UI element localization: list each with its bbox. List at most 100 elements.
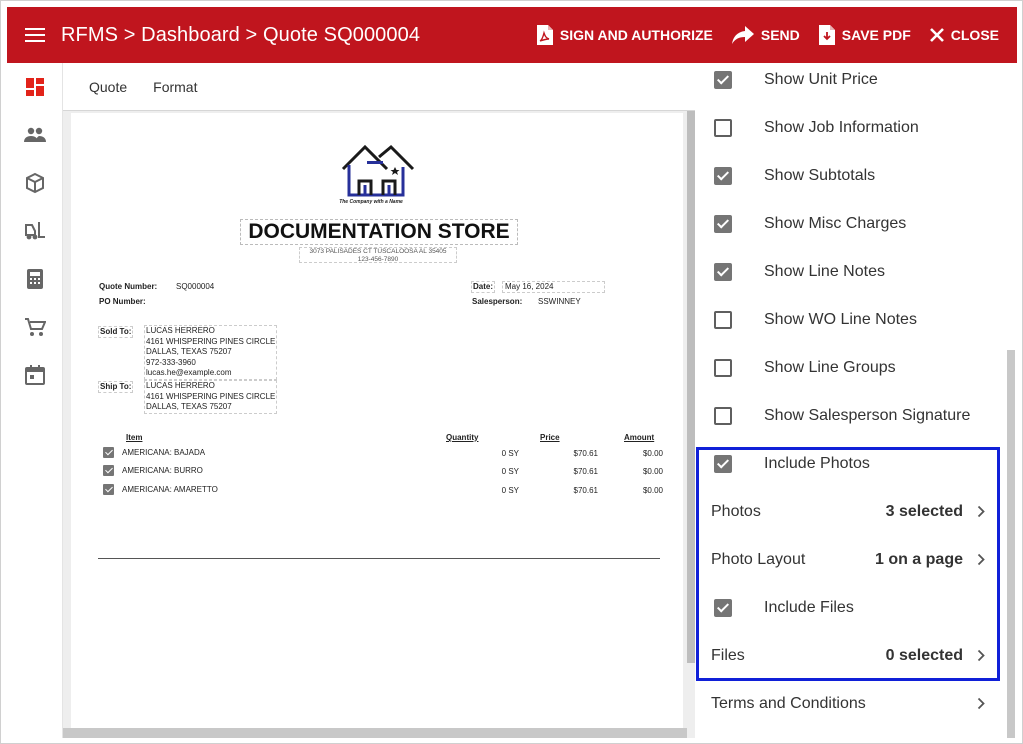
column-price: Price [540, 433, 560, 442]
option-photo-layout[interactable]: Photo Layout 1 on a page [695, 536, 1011, 584]
sign-and-authorize-button[interactable]: SIGN AND AUTHORIZE [536, 24, 713, 46]
checkbox-unchecked[interactable] [714, 359, 732, 377]
sidebar-item-inventory[interactable] [7, 207, 63, 255]
preview-vertical-scrollbar[interactable] [687, 111, 695, 663]
checkbox-unchecked[interactable] [714, 407, 732, 425]
row-checkbox[interactable] [103, 447, 114, 458]
quote-number-label: Quote Number: [99, 282, 158, 291]
ship-to-label: Ship To: [98, 381, 134, 393]
sidebar [7, 63, 63, 738]
option-show-unit-price[interactable]: Show Unit Price [695, 56, 1011, 104]
format-options-panel: Show Unit Price Show Job Information Sho… [695, 63, 1011, 738]
calculator-icon [27, 269, 43, 289]
close-button[interactable]: CLOSE [929, 27, 999, 43]
quote-document: The Company with a Name DOCUMENTATION ST… [71, 113, 683, 728]
tab-quote[interactable]: Quote [89, 79, 127, 95]
tab-format[interactable]: Format [153, 79, 197, 95]
po-number-label: PO Number: [99, 297, 146, 306]
ship-to-block: LUCAS HERRERO 4161 WHISPERING PINES CIRC… [144, 380, 278, 414]
option-label: Show Unit Price [764, 71, 878, 88]
send-arrow-icon [731, 26, 754, 44]
option-label: Show Misc Charges [764, 215, 907, 232]
address-line: 3073 PALISADES CT TUSCALOOSA AL 35405 [309, 248, 447, 255]
checkbox-checked[interactable] [714, 215, 732, 233]
checkbox-unchecked[interactable] [714, 311, 732, 329]
date-label: Date: [471, 281, 496, 293]
column-item: Item [126, 433, 143, 442]
option-label: Show WO Line Notes [764, 311, 917, 328]
item-price: $70.61 [573, 467, 598, 476]
row-checkbox[interactable] [103, 484, 114, 495]
menu-icon[interactable] [25, 28, 45, 42]
option-show-job-information[interactable]: Show Job Information [695, 104, 1011, 152]
calendar-icon [25, 365, 45, 385]
option-show-line-groups[interactable]: Show Line Groups [695, 344, 1011, 392]
item-amount: $0.00 [642, 449, 663, 458]
checkbox-checked[interactable] [714, 167, 732, 185]
company-logo [341, 144, 415, 197]
checkbox-checked[interactable] [714, 599, 732, 617]
checkbox-unchecked[interactable] [714, 119, 732, 137]
option-terms-and-conditions[interactable]: Terms and Conditions [695, 680, 1011, 728]
table-row: AMERICANA: AMARETTO 0 SY $70.61 $0.00 [103, 483, 663, 497]
dashboard-icon [26, 78, 44, 96]
pdf-icon [536, 25, 553, 45]
cart-icon [25, 318, 46, 336]
option-value: 3 selected [885, 503, 963, 520]
option-show-salesperson-signature[interactable]: Show Salesperson Signature [695, 392, 1011, 440]
breadcrumb: RFMS > Dashboard > Quote SQ000004 [61, 23, 421, 46]
option-value: 0 selected [885, 647, 963, 664]
item-name: AMERICANA: BAJADA [122, 448, 206, 457]
option-show-misc-charges[interactable]: Show Misc Charges [695, 200, 1011, 248]
preview-area: Quote Format The Company with a Name DOC… [63, 63, 695, 738]
close-icon [929, 28, 944, 42]
option-files[interactable]: Files 0 selected [695, 632, 1011, 680]
checkbox-checked[interactable] [714, 263, 732, 281]
options-scrollbar[interactable] [1007, 350, 1015, 738]
sold-to-block: LUCAS HERRERO 4161 WHISPERING PINES CIRC… [144, 325, 278, 380]
chevron-right-icon [977, 553, 985, 566]
option-label: Include Photos [764, 455, 870, 472]
sidebar-item-calculator[interactable] [7, 255, 63, 303]
sidebar-item-schedule[interactable] [7, 351, 63, 399]
option-label: Show Job Information [764, 119, 919, 136]
option-show-wo-line-notes[interactable]: Show WO Line Notes [695, 296, 1011, 344]
item-price: $70.61 [573, 449, 598, 458]
option-label: Show Line Notes [764, 263, 885, 280]
close-label: CLOSE [950, 27, 999, 43]
send-button[interactable]: SEND [731, 25, 800, 45]
item-quantity: 0 SY [501, 449, 519, 458]
save-pdf-button[interactable]: SAVE PDF [818, 24, 911, 46]
sold-to-line: 972-333-3960 [146, 357, 196, 367]
sidebar-item-products[interactable] [7, 159, 63, 207]
store-name: DOCUMENTATION STORE [240, 219, 518, 245]
option-label: Photo Layout [711, 551, 806, 568]
item-price: $70.61 [573, 486, 598, 495]
people-icon [24, 127, 46, 142]
option-show-subtotals[interactable]: Show Subtotals [695, 152, 1011, 200]
option-label: Show Subtotals [764, 167, 876, 184]
salesperson-value: SSWINNEY [538, 297, 581, 306]
checkbox-checked[interactable] [714, 71, 732, 89]
package-icon [26, 172, 44, 194]
item-name: AMERICANA: BURRO [122, 466, 203, 475]
sidebar-item-orders[interactable] [7, 303, 63, 351]
option-label: Files [711, 647, 745, 664]
chevron-right-icon [977, 697, 985, 710]
row-checkbox[interactable] [103, 465, 114, 476]
logo-caption: The Company with a Name [339, 199, 403, 205]
sidebar-item-customers[interactable] [7, 111, 63, 159]
item-quantity: 0 SY [501, 486, 519, 495]
option-value: 1 on a page [874, 551, 963, 568]
checkbox-checked[interactable] [714, 455, 732, 473]
item-quantity: 0 SY [501, 467, 519, 476]
sidebar-item-dashboard[interactable] [7, 63, 63, 111]
chevron-right-icon [977, 649, 985, 662]
option-photos[interactable]: Photos 3 selected [695, 488, 1011, 536]
forklift-icon [25, 222, 45, 240]
sign-and-authorize-label: SIGN AND AUTHORIZE [559, 27, 713, 43]
preview-horizontal-scrollbar[interactable] [63, 728, 687, 738]
option-show-line-notes[interactable]: Show Line Notes [695, 248, 1011, 296]
option-include-photos[interactable]: Include Photos [695, 440, 1011, 488]
option-include-files[interactable]: Include Files [695, 584, 1011, 632]
